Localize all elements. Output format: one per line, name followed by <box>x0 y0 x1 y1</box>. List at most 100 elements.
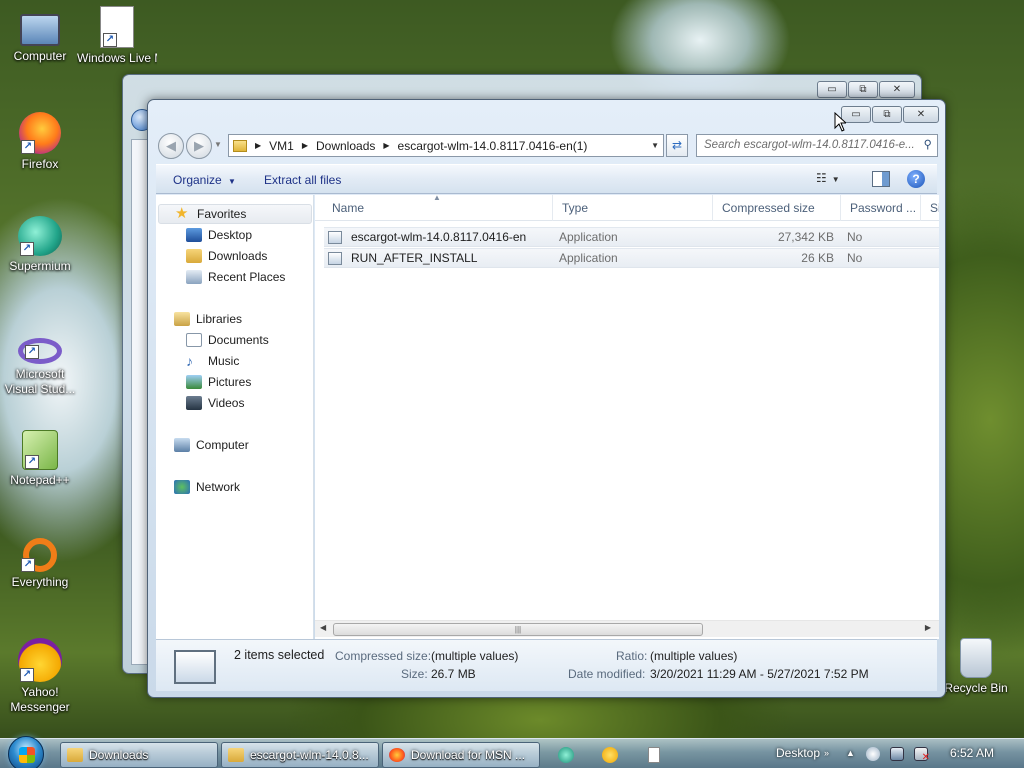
address-history-dropdown[interactable]: ▼ <box>651 141 659 150</box>
column-password-protected[interactable]: Password ... <box>841 195 921 221</box>
table-row[interactable]: escargot-wlm-14.0.8117.0416-en Applicati… <box>324 227 939 247</box>
breadcrumb-vm1[interactable]: VM1 <box>269 139 294 153</box>
desktop-icon-label: Firefox <box>21 157 59 171</box>
supermium-icon <box>558 747 574 763</box>
scroll-left-icon[interactable]: ◀ <box>320 623 326 632</box>
organize-label: Organize <box>173 173 222 187</box>
explorer-window[interactable]: ▭ ⧉ ✕ ◀ ▶ ▼ ▶ VM1 ▶ Downloads ▶ escargot… <box>147 99 946 698</box>
application-icon <box>328 252 342 265</box>
taskbar-button-firefox[interactable]: Download for MSN ... <box>382 742 540 768</box>
nav-music[interactable]: ♪ Music <box>156 351 239 371</box>
view-options-icon[interactable]: ☷ ▼ <box>816 171 840 187</box>
help-icon[interactable]: ? <box>907 170 925 188</box>
nav-favorites[interactable]: ★ Favorites <box>158 204 312 224</box>
messenger-tray-icon[interactable] <box>866 747 880 761</box>
nav-videos[interactable]: Videos <box>156 393 244 413</box>
desktop-icon-notepadpp[interactable]: ↗ Notepad++ <box>0 430 80 488</box>
star-icon: ★ <box>175 205 189 222</box>
column-type[interactable]: Type <box>553 195 713 221</box>
refresh-button[interactable]: ⇄ <box>666 134 688 157</box>
nav-desktop[interactable]: Desktop <box>156 225 252 245</box>
taskbar-button-escargot-folder[interactable]: escargot-wlm-14.0.8... <box>221 742 379 768</box>
nav-libraries[interactable]: Libraries <box>156 309 242 329</box>
nav-documents[interactable]: Documents <box>156 330 269 350</box>
taskbar-button-supermium[interactable] <box>546 742 586 768</box>
command-bar: Organize ▼ Extract all files ☷ ▼ ? <box>156 164 937 194</box>
file-type: Application <box>559 251 618 265</box>
desktop-icon-computer[interactable]: Computer <box>0 8 80 64</box>
recent-pages-dropdown[interactable]: ▼ <box>214 140 222 149</box>
nav-network-label: Network <box>196 480 241 494</box>
notepadpp-icon: ↗ <box>22 430 58 470</box>
maximize-button[interactable]: ⧉ <box>848 81 878 98</box>
navigation-bar: ◀ ▶ ▼ ▶ VM1 ▶ Downloads ▶ escargot-wlm-1… <box>156 132 938 159</box>
search-placeholder: Search escargot-wlm-14.0.8117.0416-e... <box>704 139 915 151</box>
toolbar-expand-icon[interactable]: » <box>824 748 829 758</box>
recycle-bin-icon <box>960 638 992 678</box>
computer-icon <box>20 14 60 46</box>
nav-pictures-label: Pictures <box>208 375 252 389</box>
file-password: No <box>847 251 863 265</box>
size-value: 26.7 MB <box>431 667 476 681</box>
desktop-icon-label: Everything <box>11 575 69 589</box>
desktop-toolbar-label[interactable]: Desktop <box>776 746 820 760</box>
desktop-icon-visual-studio[interactable]: ↗ Microsoft Visual Stud... <box>0 326 80 397</box>
mouse-cursor-icon <box>834 112 846 132</box>
pictures-icon <box>186 375 202 389</box>
date-modified-label: Date modified: <box>568 667 646 681</box>
organize-button[interactable]: Organize ▼ <box>173 173 236 187</box>
breadcrumb-current-folder[interactable]: escargot-wlm-14.0.8117.0416-en(1) <box>398 139 588 153</box>
forward-button[interactable]: ▶ <box>186 133 212 159</box>
preview-pane-icon[interactable] <box>872 171 890 187</box>
nav-downloads-label: Downloads <box>208 249 268 263</box>
desktop-icon-everything[interactable]: ↗ Everything <box>0 532 80 590</box>
desktop-icon-windows-live-messenger[interactable]: ↗ Windows Live Messen <box>77 6 157 66</box>
folder-icon <box>67 748 83 762</box>
minimize-button[interactable]: ▭ <box>817 81 847 98</box>
search-icon[interactable]: ⚲ <box>924 135 932 156</box>
nav-computer[interactable]: Computer <box>156 435 249 455</box>
taskbar-button-yahoo-messenger[interactable] <box>590 742 630 768</box>
scrollbar-thumb[interactable]: ||| <box>333 623 703 636</box>
navigation-pane: ★ Favorites Desktop Downloads Recent Pla… <box>156 195 314 639</box>
column-size[interactable]: Si <box>921 195 939 221</box>
taskbar-button-downloads[interactable]: Downloads <box>60 742 218 768</box>
clock[interactable]: 6:52 AM <box>950 746 994 760</box>
breadcrumb-separator-icon[interactable]: ▶ <box>383 141 389 150</box>
horizontal-scrollbar[interactable]: ◀ ||| ▶ <box>315 620 939 637</box>
scroll-right-icon[interactable]: ▶ <box>925 623 931 632</box>
nav-network[interactable]: Network <box>156 477 240 497</box>
firefox-icon: ↗ <box>19 112 61 154</box>
search-input[interactable]: Search escargot-wlm-14.0.8117.0416-e... … <box>696 134 938 157</box>
yahoo-messenger-icon <box>602 747 618 763</box>
desktop-icon-recycle-bin[interactable]: Recycle Bin <box>936 638 1016 696</box>
back-button[interactable]: ◀ <box>158 133 184 159</box>
breadcrumb-downloads[interactable]: Downloads <box>316 139 375 153</box>
column-compressed-size[interactable]: Compressed size <box>713 195 841 221</box>
show-hidden-icons-icon[interactable]: ▲ <box>846 748 855 758</box>
nav-favorites-label: Favorites <box>197 207 247 221</box>
volume-muted-icon[interactable]: ✕ <box>914 747 930 763</box>
maximize-button[interactable]: ⧉ <box>872 106 902 123</box>
close-button[interactable]: ✕ <box>903 106 939 123</box>
network-tray-icon[interactable] <box>890 747 904 761</box>
extract-all-files-button[interactable]: Extract all files <box>264 173 341 187</box>
nav-pictures[interactable]: Pictures <box>156 372 251 392</box>
taskbar-button-document[interactable] <box>636 742 676 768</box>
table-row[interactable]: RUN_AFTER_INSTALL Application 26 KB No <box>324 248 939 268</box>
shortcut-arrow-icon: ↗ <box>20 668 34 682</box>
start-button[interactable] <box>8 736 44 768</box>
nav-downloads[interactable]: Downloads <box>156 246 267 266</box>
desktop-icon-supermium[interactable]: ↗ Supermium <box>0 216 80 274</box>
breadcrumb-separator-icon[interactable]: ▶ <box>302 141 308 150</box>
downloads-folder-icon <box>186 249 202 263</box>
desktop-icon-yahoo-messenger[interactable]: ↗ Yahoo! Messenger <box>0 638 80 715</box>
close-button[interactable]: ✕ <box>879 81 915 98</box>
address-bar[interactable]: ▶ VM1 ▶ Downloads ▶ escargot-wlm-14.0.81… <box>228 134 664 157</box>
nav-recent-places[interactable]: Recent Places <box>156 267 285 287</box>
breadcrumb-separator-icon[interactable]: ▶ <box>255 141 261 150</box>
file-compressed-size: 27,342 KB <box>777 230 834 244</box>
visual-studio-icon: ↗ <box>18 338 62 364</box>
selection-thumbnail-icon <box>174 650 216 684</box>
desktop-icon-firefox[interactable]: ↗ Firefox <box>0 112 80 172</box>
